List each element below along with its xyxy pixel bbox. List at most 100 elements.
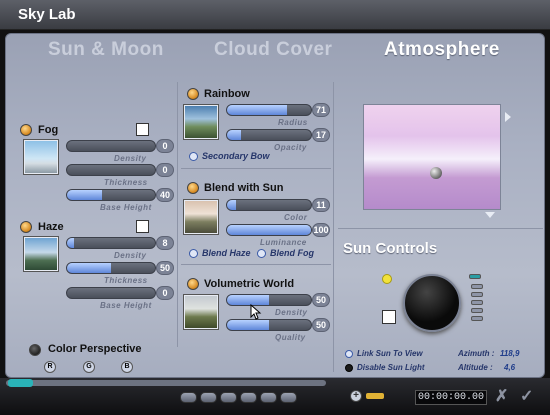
fog-thickness-slider[interactable] [66, 164, 156, 176]
fog-label: Fog [38, 124, 59, 136]
azimuth-value[interactable]: 118,9 [500, 349, 519, 358]
channel-g-button[interactable]: G [83, 361, 95, 373]
volumetric-quality-caption: Quality [275, 333, 306, 342]
last-frame-button[interactable] [280, 392, 297, 403]
tab-sun-moon[interactable]: Sun & Moon [48, 39, 164, 61]
rainbow-radius-slider[interactable] [226, 104, 312, 116]
link-sun-label[interactable]: Link Sun To View [357, 349, 423, 358]
secondary-bow-label[interactable]: Secondary Bow [202, 151, 270, 161]
channel-b-button[interactable]: B [121, 361, 133, 373]
divider [338, 228, 543, 229]
fog-thickness-caption: Thickness [104, 178, 148, 187]
first-frame-button[interactable] [180, 392, 197, 403]
fog-enable-knob[interactable] [20, 124, 32, 136]
channel-r-button[interactable]: R [44, 361, 56, 373]
blend-sun-enable-knob[interactable] [187, 182, 199, 194]
haze-density-caption: Density [114, 251, 147, 260]
chevron-down-icon[interactable] [484, 211, 496, 219]
haze-base-height-slider[interactable] [66, 287, 156, 299]
timeline-keyframe[interactable] [8, 379, 33, 387]
altitude-value[interactable]: 4,6 [504, 363, 515, 372]
haze-density-value[interactable]: 8 [156, 236, 174, 250]
blend-sun-thumbnail[interactable] [184, 200, 218, 234]
blend-sun-label: Blend with Sun [204, 182, 284, 194]
blend-color-value[interactable]: 11 [312, 198, 330, 212]
altitude-label: Altitude : [458, 363, 493, 372]
fog-thumbnail[interactable] [24, 140, 58, 174]
divider [181, 168, 331, 169]
secondary-bow-radio[interactable] [189, 152, 198, 161]
haze-density-slider[interactable] [66, 237, 156, 249]
play-button[interactable] [240, 392, 257, 403]
color-perspective-label: Color Perspective [48, 343, 142, 355]
volumetric-quality-value[interactable]: 50 [312, 318, 330, 332]
fog-thickness-value[interactable]: 0 [156, 163, 174, 177]
sun-direction-dial[interactable] [403, 274, 461, 332]
volumetric-density-caption: Density [275, 308, 308, 317]
volumetric-thumbnail[interactable] [184, 295, 218, 329]
disable-sun-label[interactable]: Disable Sun Light [357, 363, 425, 372]
blend-haze-radio[interactable] [189, 249, 198, 258]
sun-marker[interactable] [430, 167, 442, 179]
haze-base-height-value[interactable]: 0 [156, 286, 174, 300]
sun-color-indicator[interactable] [382, 274, 392, 284]
fog-base-height-slider[interactable] [66, 189, 156, 201]
haze-enable-knob[interactable] [20, 221, 32, 233]
volumetric-quality-slider[interactable] [226, 319, 312, 331]
blend-fog-radio[interactable] [257, 249, 266, 258]
haze-thickness-slider[interactable] [66, 262, 156, 274]
sun-controls-title: Sun Controls [343, 240, 438, 257]
haze-thickness-value[interactable]: 50 [156, 261, 174, 275]
tab-atmosphere[interactable]: Atmosphere [384, 39, 500, 61]
fog-checkbox[interactable] [136, 123, 149, 136]
rainbow-opacity-value[interactable]: 17 [312, 128, 330, 142]
rainbow-enable-knob[interactable] [187, 88, 199, 100]
fog-base-height-value[interactable]: 40 [156, 188, 174, 202]
rainbow-radius-value[interactable]: 71 [312, 103, 330, 117]
previous-frame-button[interactable] [200, 392, 217, 403]
sky-preview[interactable] [363, 104, 501, 210]
volumetric-enable-knob[interactable] [187, 278, 199, 290]
color-perspective-knob[interactable] [29, 344, 41, 356]
sun-color-swatch[interactable] [382, 310, 396, 324]
blend-color-slider[interactable] [226, 199, 312, 211]
volumetric-density-value[interactable]: 50 [312, 293, 330, 307]
rainbow-opacity-slider[interactable] [226, 129, 312, 141]
blend-luminance-caption: Luminance [260, 238, 307, 247]
tab-cloud-cover[interactable]: Cloud Cover [214, 39, 332, 61]
mouse-cursor-icon [250, 304, 262, 320]
stop-button[interactable] [220, 392, 237, 403]
blend-fog-label[interactable]: Blend Fog [270, 248, 314, 258]
divider [333, 82, 334, 372]
disable-sun-radio[interactable] [345, 364, 353, 372]
add-key-icon[interactable]: + [350, 390, 362, 402]
blend-luminance-slider[interactable] [226, 224, 312, 236]
haze-thumbnail[interactable] [24, 237, 58, 271]
blend-luminance-value[interactable]: 100 [312, 223, 330, 237]
fog-density-slider[interactable] [66, 140, 156, 152]
animation-bar: + 00:00:00.00 ✗ ✓ [0, 378, 550, 415]
divider [177, 82, 178, 347]
chevron-right-icon[interactable] [504, 111, 512, 123]
haze-checkbox[interactable] [136, 220, 149, 233]
time-display[interactable]: 00:00:00.00 [415, 390, 487, 405]
sun-intensity-steps[interactable] [469, 274, 485, 324]
confirm-icon[interactable]: ✓ [520, 386, 533, 406]
volumetric-density-slider[interactable] [226, 294, 312, 306]
sky-lab-window: Sky Lab Sun & Moon Cloud Cover Atmospher… [0, 0, 550, 415]
blend-haze-label[interactable]: Blend Haze [202, 248, 251, 258]
link-sun-radio[interactable] [345, 350, 353, 358]
azimuth-label: Azimuth : [458, 349, 495, 358]
rainbow-thumbnail[interactable] [184, 105, 218, 139]
next-frame-button[interactable] [260, 392, 277, 403]
tab-bar: Sun & Moon Cloud Cover Atmosphere [6, 34, 544, 68]
fog-base-height-caption: Base Height [100, 203, 152, 212]
cancel-icon[interactable]: ✗ [495, 386, 508, 406]
timeline-track[interactable] [6, 380, 326, 386]
rainbow-label: Rainbow [204, 88, 250, 100]
app-title: Sky Lab [18, 6, 76, 23]
key-icon[interactable] [366, 393, 384, 399]
haze-base-height-caption: Base Height [100, 301, 152, 310]
fog-density-value[interactable]: 0 [156, 139, 174, 153]
blend-color-caption: Color [284, 213, 308, 222]
